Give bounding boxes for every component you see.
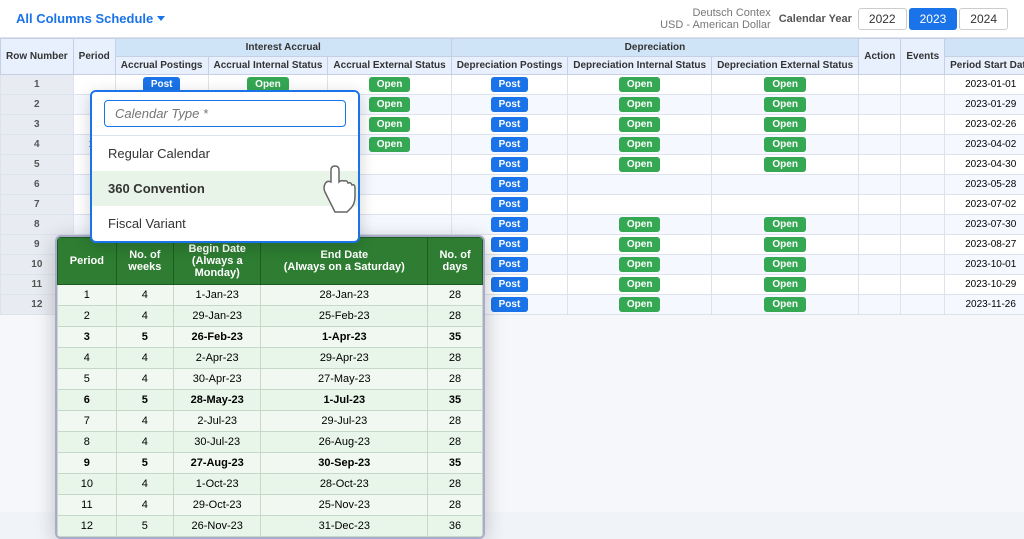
currency-sub: USD - American Dollar — [660, 19, 771, 31]
open-button[interactable]: Open — [764, 277, 806, 292]
calendar-type-input[interactable] — [104, 100, 346, 127]
calendar-table-overlay: Period No. ofweeks Begin Date(Always aMo… — [55, 235, 485, 539]
post-button[interactable]: Post — [491, 137, 529, 152]
open-button[interactable]: Open — [619, 77, 661, 92]
col-interest-accrual: Interest Accrual — [115, 39, 451, 57]
cal-col-period: Period — [58, 238, 117, 285]
open-button[interactable]: Open — [619, 97, 661, 112]
open-button[interactable]: Open — [619, 237, 661, 252]
col-accrual-postings: Accrual Postings — [115, 57, 208, 75]
open-button[interactable]: Open — [619, 137, 661, 152]
col-dep-external: Depreciation External Status — [712, 57, 859, 75]
open-button[interactable]: Open — [764, 157, 806, 172]
open-button[interactable]: Open — [764, 77, 806, 92]
col-dep-internal: Depreciation Internal Status — [568, 57, 712, 75]
calendar-table: Period No. ofweeks Begin Date(Always aMo… — [57, 237, 483, 537]
cal-col-begin: Begin Date(Always aMonday) — [173, 238, 261, 285]
list-item: 6528-May-231-Jul-2335 — [58, 390, 483, 411]
post-button[interactable]: Post — [491, 177, 529, 192]
open-button[interactable]: Open — [369, 97, 411, 112]
year-tab-2022[interactable]: 2022 — [858, 8, 907, 30]
cal-col-days: No. ofdays — [428, 238, 483, 285]
list-item: 11429-Oct-2325-Nov-2328 — [58, 495, 483, 516]
col-reporting: Reporting — [945, 39, 1024, 57]
open-button[interactable]: Open — [764, 97, 806, 112]
currency-label: Deutsch Contex — [660, 7, 771, 19]
dropdown-items: Regular Calendar360 ConventionFiscal Var… — [92, 136, 358, 241]
list-item: 3526-Feb-231-Apr-2335 — [58, 327, 483, 348]
list-item: 12526-Nov-2331-Dec-2336 — [58, 516, 483, 537]
col-depreciation: Depreciation — [451, 39, 859, 57]
year-tab-2024[interactable]: 2024 — [959, 8, 1008, 30]
open-button[interactable]: Open — [619, 297, 661, 312]
list-item: 2429-Jan-2325-Feb-2328 — [58, 306, 483, 327]
dropdown-item-fiscal[interactable]: Fiscal Variant — [92, 206, 358, 241]
open-button[interactable]: Open — [619, 257, 661, 272]
open-button[interactable]: Open — [619, 277, 661, 292]
toolbar-left: All Columns Schedule — [16, 11, 165, 26]
dropdown-item-regular[interactable]: Regular Calendar — [92, 136, 358, 171]
list-item: 8430-Jul-2326-Aug-2328 — [58, 432, 483, 453]
open-button[interactable]: Open — [619, 157, 661, 172]
all-columns-label: All Columns Schedule — [16, 11, 153, 26]
open-button[interactable]: Open — [619, 217, 661, 232]
list-item: 141-Jan-2328-Jan-2328 — [58, 285, 483, 306]
col-events: Events — [901, 39, 945, 75]
list-item: 1041-Oct-2328-Oct-2328 — [58, 474, 483, 495]
dropdown-item-360[interactable]: 360 Convention — [92, 171, 358, 206]
col-action: Action — [859, 39, 901, 75]
open-button[interactable]: Open — [764, 257, 806, 272]
list-item: 9527-Aug-2330-Sep-2335 — [58, 453, 483, 474]
list-item: 742-Jul-2329-Jul-2328 — [58, 411, 483, 432]
calendar-type-dropdown[interactable]: Regular Calendar360 ConventionFiscal Var… — [90, 90, 360, 243]
post-button[interactable]: Post — [491, 217, 529, 232]
calendar-year-label: Calendar Year — [779, 13, 852, 25]
post-button[interactable]: Post — [491, 297, 529, 312]
year-tabs: Calendar Year 2022 2023 2024 — [779, 8, 1008, 30]
col-accrual-external: Accrual External Status — [328, 57, 451, 75]
open-button[interactable]: Open — [764, 117, 806, 132]
open-button[interactable]: Open — [764, 217, 806, 232]
year-tab-2023[interactable]: 2023 — [909, 8, 958, 30]
list-item: 442-Apr-2329-Apr-2328 — [58, 348, 483, 369]
open-button[interactable]: Open — [369, 137, 411, 152]
open-button[interactable]: Open — [619, 117, 661, 132]
col-period-start: Period Start Date — [945, 57, 1024, 75]
dropdown-header — [92, 92, 358, 136]
open-button[interactable]: Open — [764, 137, 806, 152]
toolbar-right: Deutsch Contex USD - American Dollar Cal… — [660, 7, 1008, 31]
post-button[interactable]: Post — [491, 97, 529, 112]
chevron-down-icon — [157, 16, 165, 21]
toolbar: All Columns Schedule Deutsch Contex USD … — [0, 0, 1024, 38]
post-button[interactable]: Post — [491, 257, 529, 272]
col-accrual-internal: Accrual Internal Status — [208, 57, 328, 75]
col-dep-postings: Depreciation Postings — [451, 57, 568, 75]
post-button[interactable]: Post — [491, 157, 529, 172]
list-item: 5430-Apr-2327-May-2328 — [58, 369, 483, 390]
post-button[interactable]: Post — [491, 277, 529, 292]
post-button[interactable]: Post — [491, 117, 529, 132]
col-period: Period — [73, 39, 115, 75]
open-button[interactable]: Open — [369, 117, 411, 132]
all-columns-button[interactable]: All Columns Schedule — [16, 11, 165, 26]
cal-col-end: End Date(Always on a Saturday) — [261, 238, 428, 285]
post-button[interactable]: Post — [491, 77, 529, 92]
post-button[interactable]: Post — [491, 237, 529, 252]
cal-col-weeks: No. ofweeks — [116, 238, 173, 285]
open-button[interactable]: Open — [764, 237, 806, 252]
currency-info: Deutsch Contex USD - American Dollar — [660, 7, 771, 31]
post-button[interactable]: Post — [491, 197, 529, 212]
open-button[interactable]: Open — [369, 77, 411, 92]
col-row-number: Row Number — [1, 39, 74, 75]
open-button[interactable]: Open — [764, 297, 806, 312]
